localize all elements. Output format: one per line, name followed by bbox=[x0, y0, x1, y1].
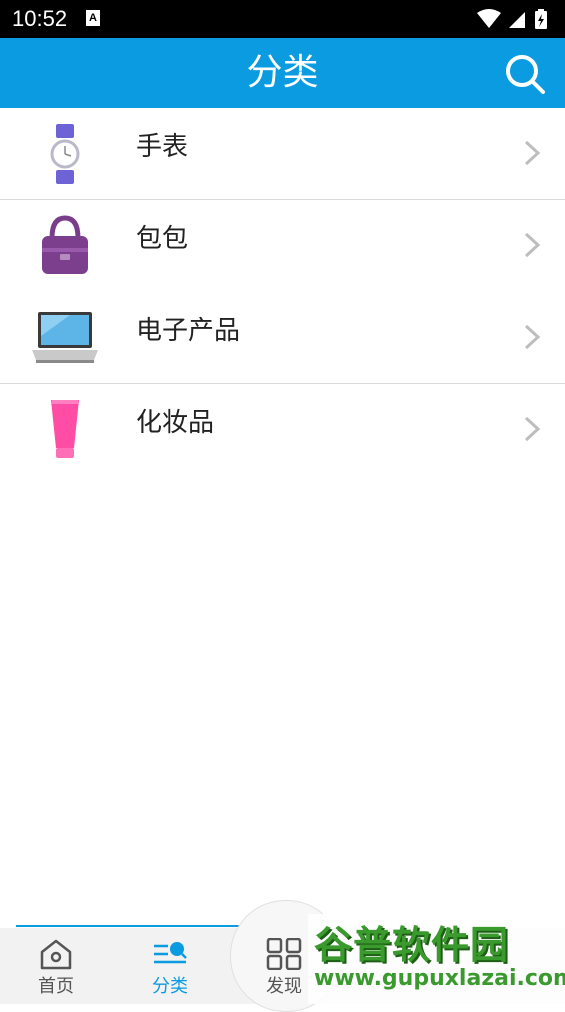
category-label: 电子产品 bbox=[136, 316, 241, 346]
status-icons bbox=[477, 9, 547, 29]
watermark: 谷普软件园 www.gupuxlazai.com bbox=[308, 914, 565, 1004]
nav-active-line bbox=[16, 925, 256, 927]
nav-category[interactable]: 分类 bbox=[130, 930, 210, 1004]
chevron-right-icon bbox=[524, 416, 541, 442]
battery-icon bbox=[535, 9, 547, 29]
category-row-bag[interactable]: 包包 bbox=[0, 200, 565, 292]
category-icon bbox=[154, 942, 187, 964]
category-label: 手表 bbox=[136, 132, 189, 162]
category-label: 化妆品 bbox=[136, 408, 215, 438]
watermark-url: www.gupuxlazai.com bbox=[314, 966, 565, 991]
notification-a-icon: A bbox=[86, 10, 100, 26]
search-icon[interactable] bbox=[503, 52, 547, 96]
watermark-title: 谷普软件园 bbox=[314, 923, 510, 967]
status-bar: 10:52 A bbox=[0, 0, 565, 38]
chevron-right-icon bbox=[524, 140, 541, 166]
chevron-right-icon bbox=[524, 232, 541, 258]
laptop-icon bbox=[32, 312, 98, 363]
category-row-watch[interactable]: 手表 bbox=[0, 108, 565, 200]
chevron-right-icon bbox=[524, 324, 541, 350]
category-label: 包包 bbox=[136, 224, 189, 254]
nav-label-home: 首页 bbox=[38, 976, 74, 997]
watch-icon bbox=[50, 124, 80, 184]
handbag-icon bbox=[42, 215, 88, 274]
status-time: 10:52 bbox=[12, 6, 68, 31]
grid-icon bbox=[266, 938, 302, 970]
category-row-cosmetics[interactable]: 化妆品 bbox=[0, 384, 565, 476]
cosmetic-tube-icon bbox=[51, 400, 79, 458]
page-title: 分类 bbox=[246, 52, 319, 93]
cellular-icon bbox=[509, 12, 525, 28]
category-row-electronics[interactable]: 电子产品 bbox=[0, 292, 565, 384]
nav-home[interactable]: 首页 bbox=[16, 930, 96, 1004]
nav-label-category: 分类 bbox=[152, 976, 188, 997]
wifi-icon bbox=[477, 9, 501, 28]
home-icon bbox=[40, 939, 72, 970]
app-bar: 分类 bbox=[0, 38, 565, 108]
category-list: 手表 包包 电子产品 化妆品 bbox=[0, 108, 565, 476]
